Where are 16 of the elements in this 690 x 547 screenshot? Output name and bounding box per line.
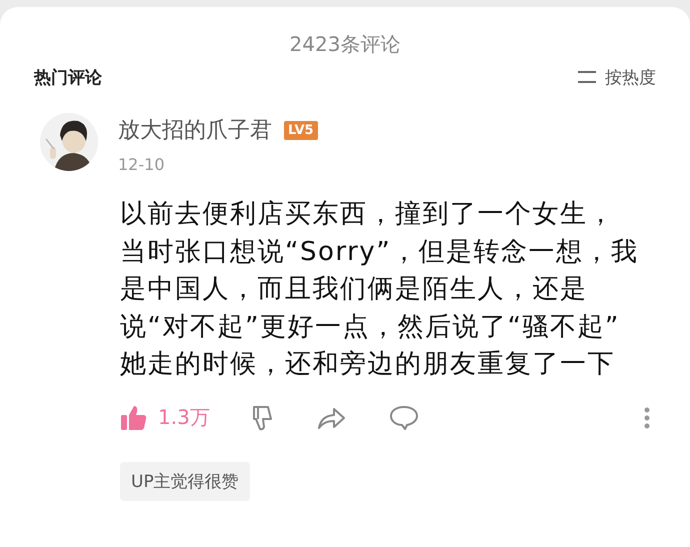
up-liked-tag: UP主觉得很赞 (120, 462, 250, 500)
thumbs-up-icon (120, 404, 148, 432)
comment-text-line: 以前去便利店买东西，撞到了一个女生， (120, 198, 615, 231)
comment-text-line: 说“对不起”更好一点，然后说了“骚不起” (120, 310, 620, 344)
sort-button[interactable]: 按热度 (577, 66, 656, 88)
comment-date: 12-10 (118, 155, 166, 174)
sort-icon (577, 70, 597, 84)
comment-count: 2423条评论 (288, 31, 402, 58)
comment-text-line: 她走的时候，还和旁边的朋友重复了一下 (120, 348, 615, 381)
username[interactable]: 放大招的爪子君 (118, 115, 272, 145)
reply-icon[interactable] (388, 404, 420, 432)
level-badge: LV5 (284, 120, 318, 140)
comment-text-line: 是中国人，而且我们俩是陌生人，还是 (120, 273, 588, 306)
more-icon[interactable] (644, 406, 650, 428)
comment-text-line: 当时张口想说“Sorry”，但是转念一想，我 (120, 236, 639, 268)
section-title: 热门评论 (34, 66, 102, 88)
